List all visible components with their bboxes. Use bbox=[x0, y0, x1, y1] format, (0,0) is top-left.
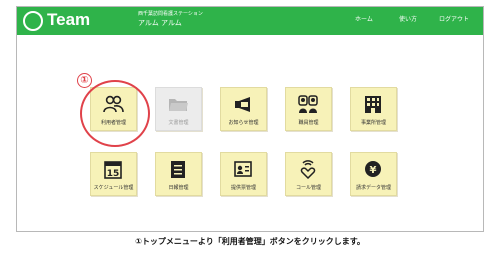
schedule-menu-button[interactable]: 15 スケジュール管理 bbox=[90, 152, 137, 196]
step-number-badge: ① bbox=[77, 73, 92, 88]
call-menu-button[interactable]: コール管理 bbox=[285, 152, 332, 196]
tile-label: コール管理 bbox=[295, 185, 321, 191]
svg-text:15: 15 bbox=[107, 169, 120, 179]
staff-icon bbox=[298, 95, 318, 113]
nav-help-link[interactable]: 使い方 bbox=[399, 16, 417, 24]
call-icon bbox=[300, 160, 316, 179]
billing-menu-button[interactable]: ¥ 請求データ管理 bbox=[350, 152, 397, 196]
nav-logout-link[interactable]: ログアウト bbox=[439, 16, 469, 24]
staff-menu-button[interactable]: 職員管理 bbox=[285, 87, 332, 131]
office-menu-button[interactable]: 事業所管理 bbox=[350, 87, 397, 131]
tile-label: お知らせ管理 bbox=[228, 120, 259, 126]
logo-ring-icon bbox=[23, 11, 43, 31]
tile-label: 提供票管理 bbox=[230, 185, 256, 191]
notices-menu-button[interactable]: お知らせ管理 bbox=[220, 87, 267, 131]
tile-label: スケジュール管理 bbox=[93, 185, 134, 191]
megaphone-icon bbox=[235, 97, 250, 112]
service-slip-icon bbox=[234, 161, 252, 177]
service-slip-menu-button[interactable]: 提供票管理 bbox=[220, 152, 267, 196]
daily-report-menu-button[interactable]: 日報管理 bbox=[155, 152, 202, 196]
app-logo[interactable]: Team bbox=[47, 10, 90, 30]
instruction-caption: ①トップメニューより「利用者管理」ボタンをクリックします。 bbox=[135, 237, 365, 246]
tile-label: 日報管理 bbox=[168, 185, 189, 191]
tile-label: 文書管理 bbox=[168, 120, 189, 126]
folder-icon bbox=[169, 99, 188, 111]
tile-label: 職員管理 bbox=[298, 120, 319, 126]
tile-label: 事業所管理 bbox=[360, 120, 386, 126]
user-name: アルム アルム bbox=[138, 19, 182, 27]
daily-report-icon bbox=[171, 161, 185, 178]
building-icon bbox=[365, 96, 381, 113]
documents-menu-button[interactable]: 文書管理 bbox=[155, 87, 202, 131]
svg-text:¥: ¥ bbox=[370, 165, 377, 176]
yen-icon: ¥ bbox=[365, 161, 381, 177]
calendar-icon: 15 bbox=[104, 161, 122, 179]
nav-home-link[interactable]: ホーム bbox=[355, 16, 373, 24]
highlight-circle bbox=[80, 80, 150, 147]
top-bar: Team 西千葉訪問看護ステーション アルム アルム ホーム 使い方 ログアウト bbox=[17, 7, 483, 35]
station-name: 西千葉訪問看護ステーション bbox=[138, 11, 203, 17]
tile-label: 請求データ管理 bbox=[355, 185, 391, 191]
